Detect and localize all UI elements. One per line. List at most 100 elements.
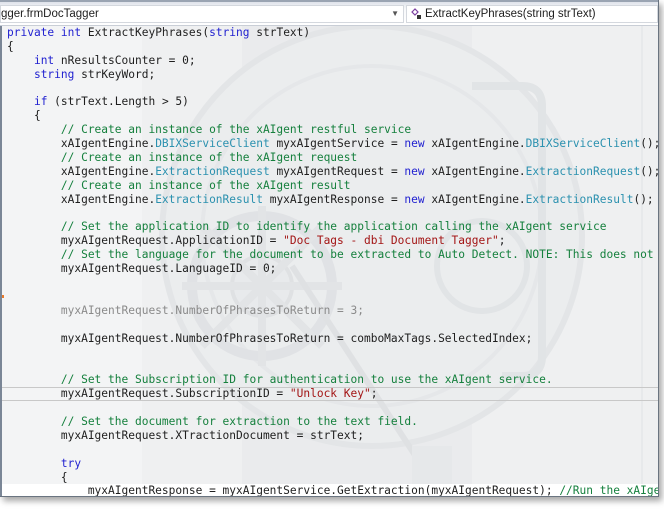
code-token: (); — [640, 137, 658, 151]
chevron-down-icon[interactable]: ▼ — [391, 6, 399, 22]
code-token: myxAIgentRequest.NumberOfPhrasesToReturn… — [7, 331, 533, 345]
code-editor-window: gger.frmDocTagger ▼ ExtractKeyPhrases(st… — [0, 0, 659, 497]
member-dropdown-value: ExtractKeyPhrases(string strText) — [425, 8, 596, 20]
code-token: ExtractionResult — [525, 192, 634, 206]
code-token: ; — [370, 387, 378, 401]
code-token: { — [7, 39, 14, 53]
code-line[interactable]: myxAIgentRequest.XTractionDocument = str… — [7, 429, 658, 443]
code-token: // Create an instance of the xAIgent res… — [7, 123, 412, 137]
code-line[interactable] — [7, 359, 658, 373]
code-token: // Set the document for extraction to th… — [7, 414, 418, 428]
code-token: // Set the application ID to identify th… — [7, 220, 607, 234]
code-token: new — [404, 137, 432, 151]
code-token: xAIgentEngine. — [7, 137, 156, 151]
code-line[interactable]: { — [7, 109, 658, 123]
code-token: (); — [640, 164, 658, 178]
code-token: (); — [633, 192, 654, 206]
code-token: myxAIgentRequest = — [269, 164, 405, 178]
code-token: myxAIgentResponse = — [262, 192, 405, 206]
code-line[interactable]: int nResultsCounter = 0; — [7, 54, 658, 68]
code-token: int — [33, 53, 61, 67]
code-line[interactable]: try — [7, 457, 658, 471]
code-line[interactable]: string strKeyWord; — [7, 68, 658, 82]
code-token: nResultsCounter = 0; — [60, 53, 196, 67]
code-token: // Set the Subscription ID for authentic… — [7, 373, 553, 387]
code-line[interactable] — [7, 290, 658, 304]
code-line[interactable]: // Set the application ID to identify th… — [7, 220, 658, 234]
code-line[interactable] — [7, 276, 658, 290]
code-token: ExtractionRequest — [525, 164, 641, 178]
code-line[interactable]: // Create an instance of the xAIgent req… — [7, 151, 658, 165]
code-editor[interactable]: private int ExtractKeyPhrases(string str… — [0, 26, 658, 496]
code-token: try — [60, 456, 82, 470]
code-token: (strText.Length > 5) — [54, 95, 189, 109]
code-token: ; — [498, 234, 506, 248]
method-private-icon — [411, 8, 421, 19]
code-token: xAIgentEngine. — [7, 164, 156, 178]
code-token: ExtractionRequest — [155, 164, 270, 178]
code-line[interactable]: myxAIgentRequest.NumberOfPhrasesToReturn… — [7, 332, 658, 346]
code-line[interactable]: // Set the Subscription ID for authentic… — [7, 373, 658, 387]
code-line[interactable] — [7, 401, 658, 415]
code-token: myxAIgentResponse = myxAIgentService.Get… — [7, 484, 560, 496]
code-token: myxAIgentRequest.LanguageID = 0; — [7, 262, 277, 276]
code-token: myxAIgentService = — [269, 137, 405, 151]
code-token: xAIgentEngine. — [431, 137, 526, 151]
code-token: string — [209, 26, 257, 39]
code-line[interactable] — [7, 345, 658, 359]
code-line[interactable] — [7, 207, 658, 221]
code-token: xAIgentEngine. — [7, 192, 156, 206]
code-token: //Run the xAIgent Service — [559, 484, 658, 496]
code-token: myxAIgentRequest.ApplicationID = — [7, 234, 284, 248]
code-line[interactable]: xAIgentEngine.ExtractionRequest myxAIgen… — [7, 165, 658, 179]
code-line[interactable]: xAIgentEngine.ExtractionResult myxAIgent… — [7, 193, 658, 207]
code-token: myxAIgentRequest.SubscriptionID = — [7, 387, 290, 401]
code-line[interactable]: myxAIgentRequest.ApplicationID = "Doc Ta… — [7, 234, 658, 248]
code-line[interactable]: { — [7, 471, 658, 485]
code-token: strKeyWord; — [81, 67, 156, 81]
navigation-bar: gger.frmDocTagger ▼ ExtractKeyPhrases(st… — [0, 0, 658, 26]
code-text[interactable]: private int ExtractKeyPhrases(string str… — [7, 26, 658, 496]
code-line[interactable] — [7, 443, 658, 457]
code-line[interactable]: myxAIgentRequest.NumberOfPhrasesToReturn… — [7, 304, 658, 318]
code-line[interactable]: { — [7, 40, 658, 54]
code-line[interactable]: // Create an instance of the xAIgent res… — [7, 179, 658, 193]
code-line[interactable]: xAIgentEngine.DBIXServiceClient myxAIgen… — [7, 137, 658, 151]
code-line[interactable]: // Create an instance of the xAIgent res… — [7, 123, 658, 137]
code-token: "Doc Tags - dbi Document Tagger" — [283, 234, 499, 248]
class-dropdown[interactable]: gger.frmDocTagger ▼ — [0, 5, 404, 23]
code-token: DBIXServiceClient — [155, 137, 270, 151]
code-line[interactable]: // Set the language for the document to … — [7, 248, 658, 262]
code-line[interactable]: myxAIgentResponse = myxAIgentService.Get… — [7, 484, 658, 496]
code-token: ExtractionResult — [155, 192, 263, 206]
code-token: new — [404, 164, 432, 178]
code-line[interactable]: myxAIgentRequest.SubscriptionID = "Unloc… — [7, 387, 658, 401]
code-token: int — [60, 26, 88, 39]
code-token: // Set the language for the document to … — [7, 248, 658, 262]
code-token: // Create an instance of the xAIgent res… — [7, 178, 351, 192]
class-dropdown-value: gger.frmDocTagger — [1, 8, 99, 20]
code-token: string — [33, 67, 82, 81]
code-token: "Unlock Key" — [289, 387, 371, 401]
code-line[interactable]: private int ExtractKeyPhrases(string str… — [7, 26, 658, 40]
code-token: DBIXServiceClient — [525, 137, 641, 151]
code-line[interactable] — [7, 82, 658, 96]
code-line[interactable]: myxAIgentRequest.LanguageID = 0; — [7, 262, 658, 276]
code-token: { — [7, 470, 68, 484]
code-token: { — [7, 109, 41, 123]
code-line[interactable] — [7, 318, 658, 332]
code-token: private — [7, 26, 61, 39]
change-marker — [2, 295, 4, 298]
code-line[interactable]: if (strText.Length > 5) — [7, 95, 658, 109]
code-token: if — [33, 95, 55, 109]
member-dropdown[interactable]: ExtractKeyPhrases(string strText) — [406, 5, 658, 23]
code-token: strText) — [256, 26, 311, 39]
code-token: myxAIgentRequest.NumberOfPhrasesToReturn… — [7, 303, 364, 317]
code-token: ExtractKeyPhrases( — [87, 26, 210, 39]
code-token: new — [404, 192, 432, 206]
code-line[interactable]: // Set the document for extraction to th… — [7, 415, 658, 429]
